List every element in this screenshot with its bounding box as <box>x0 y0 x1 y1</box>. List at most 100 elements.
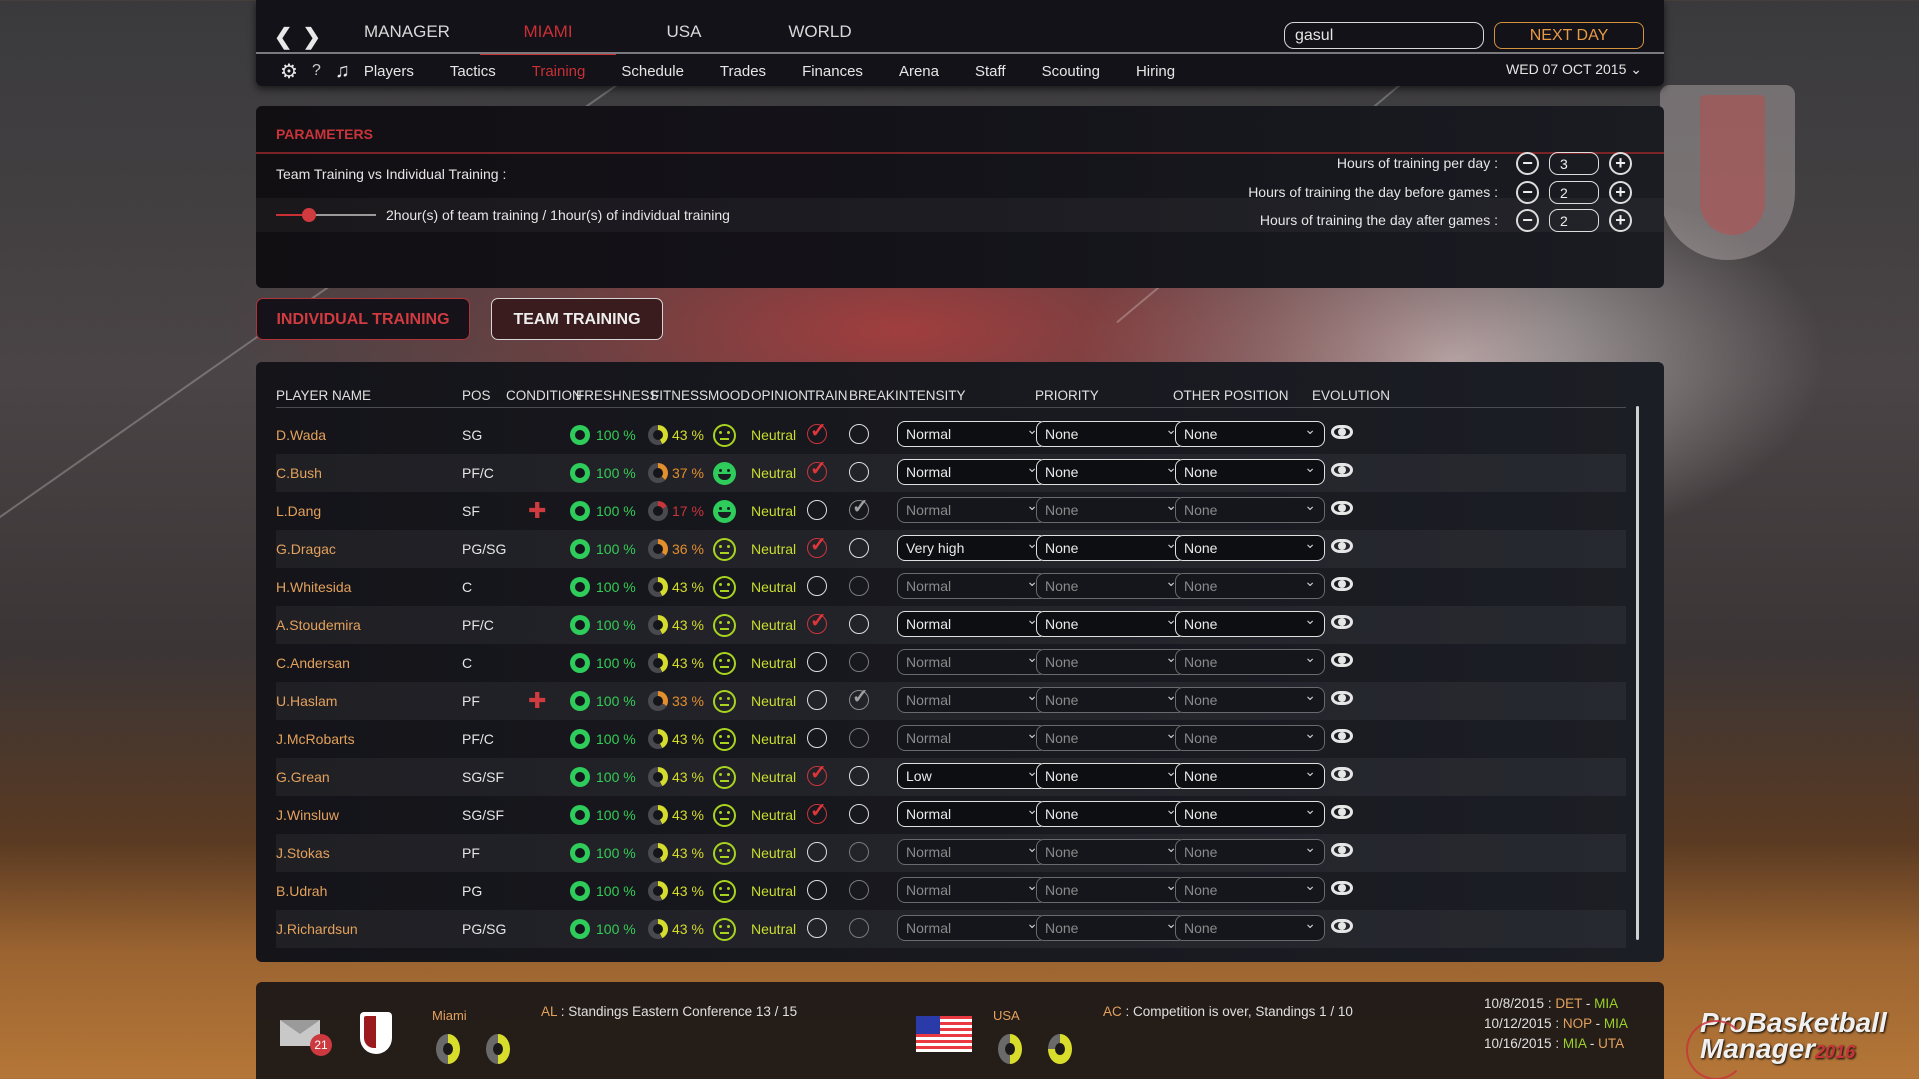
train-checkbox[interactable] <box>807 880 827 900</box>
train-checkbox[interactable] <box>807 608 827 634</box>
break-checkbox[interactable] <box>849 538 869 558</box>
train-checkbox[interactable] <box>807 798 827 824</box>
priority-select[interactable]: None <box>1036 877 1186 903</box>
player-name[interactable]: G.Dragac <box>276 541 336 557</box>
player-name[interactable]: D.Wada <box>276 427 326 443</box>
table-row[interactable]: G.DragacPG/SG100 %36 %NeutralVery highNo… <box>276 530 1626 568</box>
table-row[interactable]: J.McRobartsPF/C100 %43 %NeutralNormalNon… <box>276 720 1626 758</box>
column-header-evolution[interactable]: EVOLUTION <box>1312 388 1390 403</box>
break-checkbox[interactable] <box>849 494 869 520</box>
eye-icon[interactable] <box>1331 615 1353 629</box>
hours-value-field[interactable]: 2 <box>1549 180 1599 204</box>
eye-icon[interactable] <box>1331 539 1353 553</box>
subnav-tactics[interactable]: Tactics <box>450 63 496 80</box>
country-competition-text[interactable]: AC : Competition is over, Standings 1 / … <box>1103 1004 1353 1019</box>
usa-flag-icon[interactable] <box>916 1016 972 1052</box>
next-day-button[interactable]: NEXT DAY <box>1494 22 1644 49</box>
train-checkbox[interactable] <box>807 418 827 444</box>
table-scrollbar[interactable] <box>1636 406 1639 940</box>
other-position-select[interactable]: None <box>1175 459 1325 485</box>
intensity-select[interactable]: Normal <box>897 687 1047 713</box>
eye-icon[interactable] <box>1331 577 1353 591</box>
column-header-break[interactable]: BREAK <box>849 388 895 403</box>
priority-select[interactable]: None <box>1036 763 1186 789</box>
intensity-select[interactable]: Normal <box>897 725 1047 751</box>
train-checkbox[interactable] <box>807 652 827 672</box>
player-name[interactable]: J.McRobarts <box>276 731 355 747</box>
eye-icon[interactable] <box>1331 881 1353 895</box>
intensity-select[interactable]: Normal <box>897 801 1047 827</box>
tab-manager[interactable]: MANAGER <box>364 22 480 55</box>
intensity-select[interactable]: Normal <box>897 649 1047 675</box>
help-icon[interactable]: ? <box>312 62 321 80</box>
other-position-select[interactable]: None <box>1175 877 1325 903</box>
other-position-select[interactable]: None <box>1175 497 1325 523</box>
intensity-select[interactable]: Normal <box>897 421 1047 447</box>
team-crest-icon[interactable] <box>360 1012 392 1054</box>
subnav-trades[interactable]: Trades <box>720 63 766 80</box>
tab-team-training[interactable]: TEAM TRAINING <box>491 298 663 340</box>
train-checkbox[interactable] <box>807 456 827 482</box>
column-header-other-position[interactable]: OTHER POSITION <box>1173 388 1289 403</box>
column-header-pos[interactable]: POS <box>462 388 491 403</box>
decrement-button[interactable]: − <box>1516 208 1539 232</box>
intensity-select[interactable]: Normal <box>897 839 1047 865</box>
other-position-select[interactable]: None <box>1175 687 1325 713</box>
intensity-select[interactable]: Normal <box>897 915 1047 941</box>
column-header-mood[interactable]: MOOD <box>708 388 750 403</box>
train-checkbox[interactable] <box>807 690 827 710</box>
break-checkbox[interactable] <box>849 880 869 900</box>
table-row[interactable]: H.WhitesidaC100 %43 %NeutralNormalNoneNo… <box>276 568 1626 606</box>
other-position-select[interactable]: None <box>1175 611 1325 637</box>
column-header-intensity[interactable]: INTENSITY <box>895 388 966 403</box>
eye-icon[interactable] <box>1331 653 1353 667</box>
column-header-fitness[interactable]: FITNESS <box>651 388 708 403</box>
priority-select[interactable]: None <box>1036 611 1186 637</box>
other-position-select[interactable]: None <box>1175 915 1325 941</box>
hours-value-field[interactable]: 2 <box>1549 208 1599 232</box>
break-checkbox[interactable] <box>849 424 869 444</box>
intensity-select[interactable]: Normal <box>897 611 1047 637</box>
eye-icon[interactable] <box>1331 425 1353 439</box>
player-name[interactable]: C.Bush <box>276 465 322 481</box>
subnav-hiring[interactable]: Hiring <box>1136 63 1175 80</box>
subnav-players[interactable]: Players <box>364 63 414 80</box>
priority-select[interactable]: None <box>1036 915 1186 941</box>
priority-select[interactable]: None <box>1036 725 1186 751</box>
other-position-select[interactable]: None <box>1175 649 1325 675</box>
other-position-select[interactable]: None <box>1175 763 1325 789</box>
chevron-left-icon[interactable]: ❮ <box>274 24 292 50</box>
break-checkbox[interactable] <box>849 728 869 748</box>
priority-select[interactable]: None <box>1036 497 1186 523</box>
column-header-condition[interactable]: CONDITION <box>506 388 582 403</box>
intensity-select[interactable]: Normal <box>897 459 1047 485</box>
table-row[interactable]: J.WinsluwSG/SF100 %43 %NeutralNormalNone… <box>276 796 1626 834</box>
table-row[interactable]: G.GreanSG/SF100 %43 %NeutralLowNoneNone <box>276 758 1626 796</box>
eye-icon[interactable] <box>1331 501 1353 515</box>
column-header-train[interactable]: TRAIN <box>807 388 848 403</box>
other-position-select[interactable]: None <box>1175 839 1325 865</box>
other-position-select[interactable]: None <box>1175 421 1325 447</box>
hours-value-field[interactable]: 3 <box>1549 151 1599 175</box>
table-row[interactable]: L.DangSF✚100 %17 %NeutralNormalNoneNone <box>276 492 1626 530</box>
train-checkbox[interactable] <box>807 576 827 596</box>
break-checkbox[interactable] <box>849 804 869 824</box>
search-input[interactable] <box>1284 22 1484 49</box>
priority-select[interactable]: None <box>1036 687 1186 713</box>
eye-icon[interactable] <box>1331 767 1353 781</box>
eye-icon[interactable] <box>1331 729 1353 743</box>
column-header-freshness[interactable]: FRESHNESS <box>576 388 659 403</box>
player-name[interactable]: J.Richardsun <box>276 921 358 937</box>
column-header-opinion[interactable]: OPINION <box>751 388 808 403</box>
schedule-item[interactable]: 10/16/2015 : MIA - UTA <box>1484 1036 1624 1051</box>
current-date[interactable]: WED 07 OCT 2015 ⌄ <box>1506 61 1642 78</box>
train-checkbox[interactable] <box>807 728 827 748</box>
schedule-item[interactable]: 10/12/2015 : NOP - MIA <box>1484 1016 1628 1031</box>
other-position-select[interactable]: None <box>1175 801 1325 827</box>
tab-miami[interactable]: MIAMI <box>480 22 616 55</box>
decrement-button[interactable]: − <box>1516 151 1539 175</box>
intensity-select[interactable]: Normal <box>897 497 1047 523</box>
break-checkbox[interactable] <box>849 576 869 596</box>
train-checkbox[interactable] <box>807 842 827 862</box>
player-name[interactable]: H.Whitesida <box>276 579 351 595</box>
